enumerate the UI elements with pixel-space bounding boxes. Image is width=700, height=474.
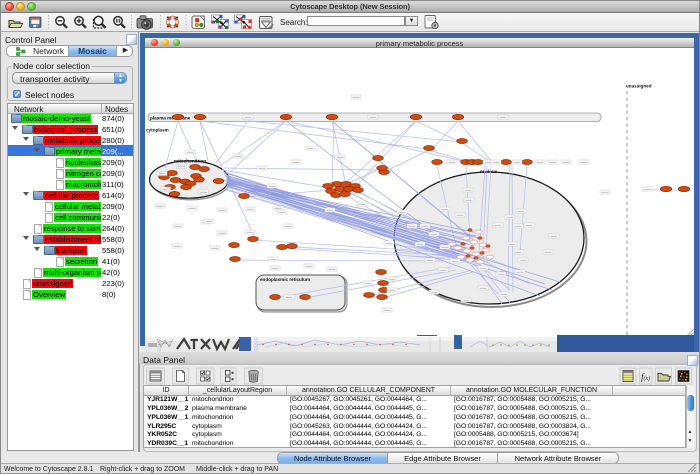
svg-text:nucleus: nucleus — [480, 169, 498, 174]
svg-text:plasma membrane: plasma membrane — [150, 115, 191, 120]
svg-text:cytoplasm: cytoplasm — [146, 128, 169, 133]
svg-text:unassigned: unassigned — [626, 84, 652, 89]
svg-text:endoplasmic reticulum: endoplasmic reticulum — [260, 277, 310, 282]
svg-text:mitochondrion: mitochondrion — [174, 159, 206, 164]
